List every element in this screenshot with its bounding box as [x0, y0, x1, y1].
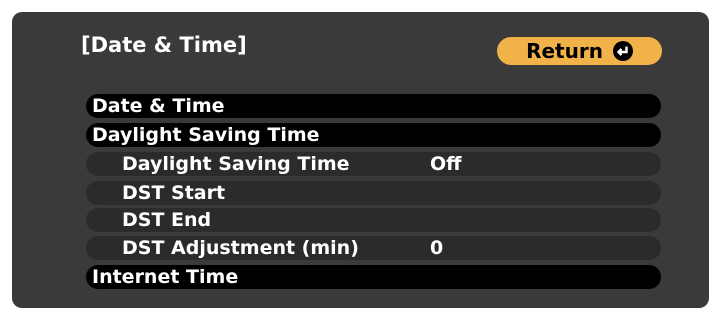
menu-item-dst-adjustment[interactable]: DST Adjustment (min) 0 [86, 236, 661, 260]
menu-title: [Date & Time] [81, 33, 247, 57]
menu-item-value: Off [430, 153, 462, 175]
menu-item-label: DST Adjustment (min) [122, 237, 359, 259]
menu-item-daylight-saving-time[interactable]: Daylight Saving Time [86, 123, 661, 147]
menu-item-label: Daylight Saving Time [92, 124, 320, 146]
menu-item-label: Date & Time [92, 95, 225, 117]
screen-frame: [Date & Time] Return Date & Time Dayligh… [0, 0, 715, 314]
menu-item-internet-time[interactable]: Internet Time [86, 265, 661, 289]
menu-item-label: DST End [122, 209, 212, 231]
menu-item-label: Internet Time [92, 266, 239, 288]
menu-item-label: DST Start [122, 182, 226, 204]
menu-item-label: Daylight Saving Time [122, 153, 350, 175]
menu-item-dst-start[interactable]: DST Start [86, 181, 661, 205]
return-button-label: Return [526, 39, 603, 63]
menu-item-date-time[interactable]: Date & Time [86, 94, 661, 118]
menu-item-value: 0 [430, 237, 444, 259]
enter-icon [612, 41, 633, 61]
menu-item-dst-setting[interactable]: Daylight Saving Time Off [86, 152, 661, 176]
return-button[interactable]: Return [497, 37, 662, 65]
menu-item-dst-end[interactable]: DST End [86, 208, 661, 232]
